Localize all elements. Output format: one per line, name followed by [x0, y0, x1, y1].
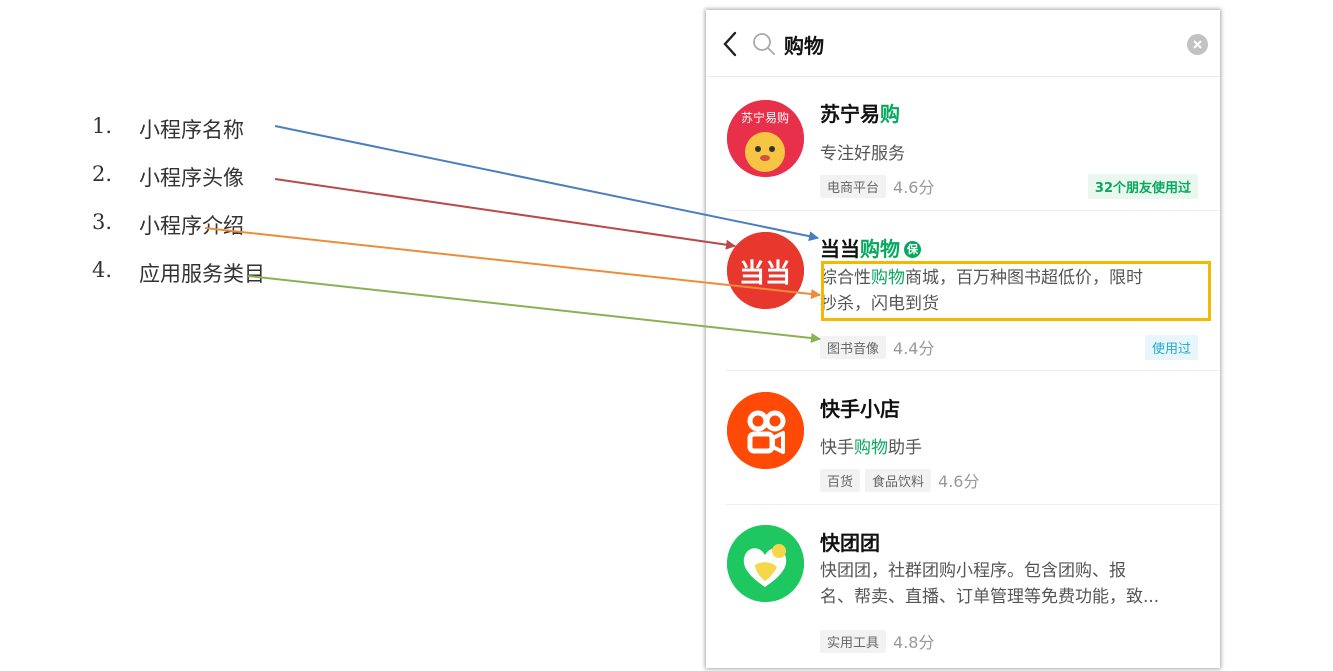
app-meta: 图书音像 4.4分	[820, 335, 934, 359]
app-name: 快团团	[820, 531, 880, 555]
category-tag: 实用工具	[820, 629, 887, 653]
annotation-item: 2. 小程序头像	[92, 162, 265, 210]
annotation-number: 2.	[92, 162, 113, 186]
app-meta: 百货 食品饮料 4.6分	[820, 468, 979, 492]
rating-score: 4.8分	[893, 633, 935, 652]
category-tag: 百货	[820, 468, 861, 492]
annotation-number: 1.	[92, 114, 113, 138]
app-description: 快团团，社群团购小程序。包含团购、报 名、帮卖、直播、订单管理等免费功能，致..…	[820, 558, 1200, 610]
annotation-number: 3.	[92, 210, 113, 234]
app-avatar	[727, 392, 804, 469]
description-line: 快团团，社群团购小程序。包含团购、报	[820, 561, 1126, 581]
app-meta: 实用工具 4.8分	[820, 629, 934, 653]
result-item[interactable]: 快团团 快团团，社群团购小程序。包含团购、报 名、帮卖、直播、订单管理等免费功能…	[706, 505, 1220, 668]
result-item[interactable]: 快手小店 快手购物助手 百货 食品饮料 4.6分	[706, 371, 1220, 505]
chevron-left-icon[interactable]	[722, 31, 738, 61]
annotation-item: 1. 小程序名称	[92, 114, 265, 162]
annotation-item: 3. 小程序介绍	[92, 210, 265, 258]
description-highlight-box	[821, 261, 1211, 321]
category-tag: 电商平台	[820, 174, 887, 198]
app-name-highlight: 购物	[860, 237, 900, 261]
search-input[interactable]: 购物	[784, 30, 824, 59]
app-description: 专注好服务	[820, 144, 905, 164]
verified-badge-icon: 保	[904, 241, 921, 258]
app-name: 当当购物保	[820, 233, 921, 262]
description-text: 快手	[820, 438, 854, 458]
friends-used-badge: 32个朋友使用过	[1087, 174, 1198, 199]
search-icon	[752, 32, 776, 60]
annotation-label: 应用服务类目	[139, 262, 265, 286]
annotation-label: 小程序名称	[139, 118, 244, 142]
app-avatar: 当当	[727, 232, 804, 309]
avatar-text: 苏宁易购	[741, 110, 789, 125]
app-name: 快手小店	[820, 397, 900, 421]
rating-score: 4.6分	[938, 472, 980, 491]
annotation-legend: 1. 小程序名称 2. 小程序头像 3. 小程序介绍 4. 应用服务类目	[92, 114, 265, 306]
description-highlight: 购物	[854, 438, 888, 458]
app-name-text: 苏宁易	[820, 102, 880, 126]
description-text: 助手	[888, 438, 922, 458]
app-name-highlight: 购	[880, 102, 900, 126]
arrow-avatar	[274, 178, 736, 250]
app-name: 苏宁易购	[820, 98, 900, 127]
annotation-label: 小程序头像	[139, 166, 244, 190]
annotation-number: 4.	[92, 258, 113, 282]
annotation-item: 4. 应用服务类目	[92, 258, 265, 306]
category-tag: 食品饮料	[865, 468, 932, 492]
rating-score: 4.4分	[893, 339, 935, 358]
description-line: 名、帮卖、直播、订单管理等免费功能，致...	[820, 587, 1160, 607]
app-description: 快手购物助手	[820, 435, 1200, 461]
category-tag: 图书音像	[820, 335, 887, 359]
rating-score: 4.6分	[893, 178, 935, 197]
search-bar: 购物	[706, 10, 1220, 77]
used-badge: 使用过	[1144, 335, 1198, 360]
annotation-label: 小程序介绍	[139, 214, 244, 238]
avatar-text: 当当	[739, 259, 791, 289]
search-results-screen: 购物 苏宁易购 苏宁易购 专注好服务 电商平台 4.6分 32个朋友使用过 当当…	[706, 10, 1220, 668]
app-avatar: 苏宁易购	[727, 100, 804, 177]
app-meta: 电商平台 4.6分	[820, 174, 934, 198]
clear-icon[interactable]	[1187, 34, 1208, 55]
result-item[interactable]: 苏宁易购 苏宁易购 专注好服务 电商平台 4.6分 32个朋友使用过	[706, 76, 1220, 211]
app-name-text: 当当	[820, 237, 860, 261]
app-avatar	[727, 525, 804, 602]
